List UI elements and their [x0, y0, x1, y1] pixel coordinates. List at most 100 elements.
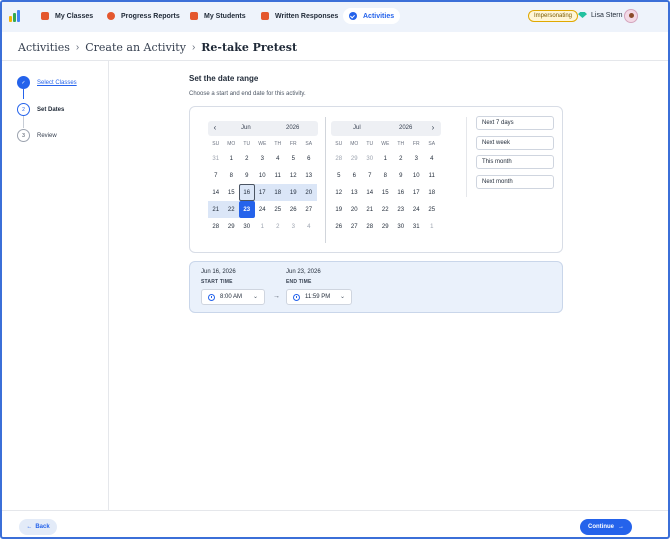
chevron-right-icon[interactable]: ›: [429, 124, 437, 132]
calendar-day[interactable]: 18: [270, 184, 286, 201]
quick-range-this-month[interactable]: This month: [476, 155, 554, 169]
start-time-select[interactable]: 8:00 AM ⌄: [201, 289, 265, 305]
calendar-day[interactable]: 1: [224, 150, 240, 167]
date-range-picker: ‹ Jun 2026 SU MO TU WE TH FR SA 31 1 2 3 4 5 6 7 8 9 10 1…: [189, 106, 563, 253]
calendar-day[interactable]: 15: [224, 184, 240, 201]
calendar-day[interactable]: 2: [393, 150, 409, 167]
calendar-day[interactable]: 19: [285, 184, 301, 201]
year-select[interactable]: 2026: [399, 125, 412, 131]
calendar-day[interactable]: 12: [331, 184, 347, 201]
calendar-day[interactable]: 30: [239, 218, 255, 235]
calendar-day[interactable]: 10: [255, 167, 271, 184]
month-select[interactable]: Jun: [241, 125, 251, 131]
breadcrumb-create-activity[interactable]: Create an Activity: [85, 41, 186, 54]
back-button[interactable]: ← Back: [19, 519, 57, 535]
continue-button[interactable]: Continue →: [580, 519, 632, 535]
calendar-day[interactable]: 15: [378, 184, 394, 201]
step-number: 2: [17, 103, 30, 116]
calendar-day[interactable]: 13: [347, 184, 363, 201]
calendar-day[interactable]: 9: [393, 167, 409, 184]
nav-my-classes[interactable]: My Classes: [35, 8, 99, 24]
calendar-day[interactable]: 10: [409, 167, 425, 184]
chevron-left-icon[interactable]: ‹: [211, 124, 219, 132]
calendar-day[interactable]: 1: [424, 218, 440, 235]
calendar-day[interactable]: 4: [270, 150, 286, 167]
calendar-day[interactable]: 23: [239, 201, 255, 218]
calendar-day[interactable]: 11: [270, 167, 286, 184]
avatar[interactable]: [624, 9, 638, 23]
nav-progress-reports[interactable]: Progress Reports: [101, 8, 186, 24]
nav-written-responses[interactable]: Written Responses: [255, 8, 344, 24]
calendar-day[interactable]: 20: [347, 201, 363, 218]
calendar-day[interactable]: 28: [362, 218, 378, 235]
quick-range-next-7-days[interactable]: Next 7 days: [476, 116, 554, 130]
calendar-july: Jul 2026 › SU MO TU WE TH FR SA 28 29 30 1 2 3 4 5 6 7 8…: [331, 121, 441, 235]
calendar-day[interactable]: 27: [347, 218, 363, 235]
calendar-day[interactable]: 25: [270, 201, 286, 218]
step-select-classes[interactable]: ✓ Select Classes: [17, 76, 77, 89]
quick-range-next-week[interactable]: Next week: [476, 136, 554, 150]
calendar-day[interactable]: 17: [409, 184, 425, 201]
calendar-day[interactable]: 31: [208, 150, 224, 167]
nav-my-students[interactable]: My Students: [184, 8, 252, 24]
calendar-day[interactable]: 28: [208, 218, 224, 235]
calendar-day[interactable]: 2: [270, 218, 286, 235]
calendar-day[interactable]: 14: [362, 184, 378, 201]
stepper-line: [23, 89, 24, 99]
calendar-day[interactable]: 30: [362, 150, 378, 167]
calendar-day[interactable]: 19: [331, 201, 347, 218]
calendar-day[interactable]: 4: [301, 218, 317, 235]
calendar-day[interactable]: 4: [424, 150, 440, 167]
app-logo-icon[interactable]: [9, 8, 23, 22]
calendar-day[interactable]: 16: [393, 184, 409, 201]
calendar-day[interactable]: 6: [301, 150, 317, 167]
breadcrumb-activities[interactable]: Activities: [18, 41, 70, 54]
calendar-day[interactable]: 29: [224, 218, 240, 235]
calendar-day[interactable]: 8: [224, 167, 240, 184]
calendar-day[interactable]: 13: [301, 167, 317, 184]
calendar-day[interactable]: 22: [378, 201, 394, 218]
calendar-day[interactable]: 26: [331, 218, 347, 235]
calendar-day[interactable]: 17: [254, 184, 270, 201]
calendar-day[interactable]: 30: [393, 218, 409, 235]
calendar-day[interactable]: 20: [301, 184, 317, 201]
calendar-day[interactable]: 14: [208, 184, 224, 201]
month-select[interactable]: Jul: [353, 125, 361, 131]
calendar-day[interactable]: 3: [255, 150, 271, 167]
calendar-day[interactable]: 23: [393, 201, 409, 218]
calendar-day[interactable]: 3: [409, 150, 425, 167]
stepper: ✓ Select Classes 2 Set Dates 3 Review: [2, 61, 109, 511]
calendar-day[interactable]: 24: [255, 201, 271, 218]
calendar-day[interactable]: 25: [424, 201, 440, 218]
nav-activities[interactable]: Activities: [343, 8, 401, 24]
quick-range-next-month[interactable]: Next month: [476, 175, 554, 189]
calendar-day[interactable]: 5: [286, 150, 302, 167]
calendar-day[interactable]: 21: [208, 201, 224, 218]
year-select[interactable]: 2026: [286, 125, 299, 131]
calendar-day[interactable]: 29: [378, 218, 394, 235]
calendar-day[interactable]: 1: [255, 218, 271, 235]
calendar-day[interactable]: 1: [378, 150, 394, 167]
calendar-day[interactable]: 29: [347, 150, 363, 167]
calendar-day[interactable]: 3: [286, 218, 302, 235]
calendar-day[interactable]: 11: [424, 167, 440, 184]
calendar-day[interactable]: 6: [347, 167, 363, 184]
end-time-select[interactable]: 11:59 PM ⌄: [286, 289, 352, 305]
calendar-day[interactable]: 18: [424, 184, 440, 201]
calendar-day[interactable]: 2: [239, 150, 255, 167]
calendar-day[interactable]: 12: [286, 167, 302, 184]
calendar-day[interactable]: 9: [239, 167, 255, 184]
calendar-day[interactable]: 7: [208, 167, 224, 184]
calendar-day[interactable]: 7: [362, 167, 378, 184]
calendar-day[interactable]: 27: [301, 201, 317, 218]
calendar-day[interactable]: 21: [362, 201, 378, 218]
calendar-day[interactable]: 26: [286, 201, 302, 218]
calendar-day[interactable]: 24: [409, 201, 425, 218]
calendar-day[interactable]: 8: [378, 167, 394, 184]
calendar-day[interactable]: 28: [331, 150, 347, 167]
calendar-day[interactable]: 16: [239, 184, 255, 201]
user-name[interactable]: Lisa Stern: [591, 12, 623, 19]
calendar-day[interactable]: 31: [409, 218, 425, 235]
calendar-day[interactable]: 22: [223, 201, 239, 218]
calendar-day[interactable]: 5: [331, 167, 347, 184]
